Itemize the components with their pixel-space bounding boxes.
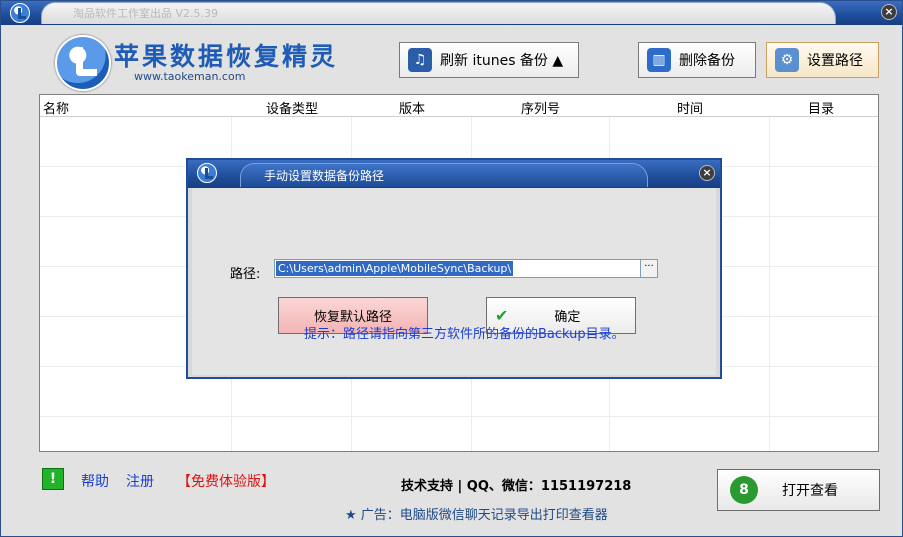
settings-icon: ⚙: [775, 48, 799, 72]
title-bar: 淘品软件工作室出品 V2.5.39 ×: [1, 1, 902, 25]
open-view-button[interactable]: 8 打开查看: [717, 469, 880, 511]
app-name: 苹果数据恢复精灵: [114, 42, 339, 71]
advertisement-link[interactable]: ★ 广告：电脑版微信聊天记录导出打印查看器: [345, 504, 608, 523]
app-logo: [55, 35, 111, 91]
delete-button-label: 删除备份: [679, 53, 735, 69]
main-window: 淘品软件工作室出品 V2.5.39 × 苹果数据恢复精灵 www.taokema…: [0, 0, 903, 537]
refresh-button-label: 刷新 itunes 备份 ▲: [440, 53, 564, 69]
column-header-version[interactable]: 版本: [399, 98, 425, 117]
help-link[interactable]: 帮助: [81, 471, 109, 491]
set-path-button[interactable]: ⚙ 设置路径: [766, 42, 879, 78]
column-header-device-type[interactable]: 设备类型: [266, 98, 318, 117]
path-input-value: C:\Users\admin\Apple\MobileSync\Backup\: [276, 261, 514, 276]
trash-icon: ▥: [647, 48, 671, 72]
dialog-hint: 提示：路径请指向第三方软件所的备份的Backup目录。: [304, 327, 625, 342]
column-header-name[interactable]: 名称: [43, 98, 69, 117]
set-path-dialog: 手动设置数据备份路径 × 路径: C:\Users\admin\Apple\Mo…: [186, 158, 722, 379]
dialog-title: 手动设置数据备份路径: [264, 169, 385, 183]
refresh-itunes-backup-button[interactable]: ♫ 刷新 itunes 备份 ▲: [399, 42, 579, 78]
app-logo-icon: [10, 3, 30, 23]
column-header-serial[interactable]: 序列号: [521, 98, 560, 117]
app-logo-icon: [197, 163, 217, 183]
window-title: 淘品软件工作室出品 V2.5.39: [73, 7, 219, 20]
trial-edition-label: 【免费体验版】: [177, 474, 275, 490]
music-note-icon: ♫: [408, 48, 432, 72]
register-link[interactable]: 注册: [126, 471, 154, 491]
path-label: 路径:: [230, 267, 261, 282]
browse-button[interactable]: ···: [640, 259, 658, 278]
column-header-directory[interactable]: 目录: [808, 98, 834, 117]
set-path-button-label: 设置路径: [807, 53, 863, 69]
app-website: www.taokeman.com: [134, 70, 246, 83]
path-input[interactable]: C:\Users\admin\Apple\MobileSync\Backup\: [274, 259, 642, 278]
column-header-time[interactable]: 时间: [677, 98, 703, 117]
table-header: 名称 设备类型 版本 序列号 时间 目录: [40, 95, 878, 117]
close-icon[interactable]: ×: [881, 4, 897, 20]
open-icon: 8: [730, 476, 758, 504]
grid-line: [40, 416, 878, 417]
dialog-body: 路径: C:\Users\admin\Apple\MobileSync\Back…: [192, 188, 716, 375]
open-button-label: 打开查看: [782, 483, 838, 499]
tech-support-text: 技术支持 | QQ、微信：1151197218: [401, 479, 632, 494]
grid-line: [769, 117, 770, 451]
dialog-close-icon[interactable]: ×: [699, 165, 715, 181]
dialog-title-bar: 手动设置数据备份路径 ×: [188, 160, 720, 188]
delete-backup-button[interactable]: ▥ 删除备份: [638, 42, 756, 78]
help-exclamation-icon[interactable]: !: [42, 468, 64, 490]
